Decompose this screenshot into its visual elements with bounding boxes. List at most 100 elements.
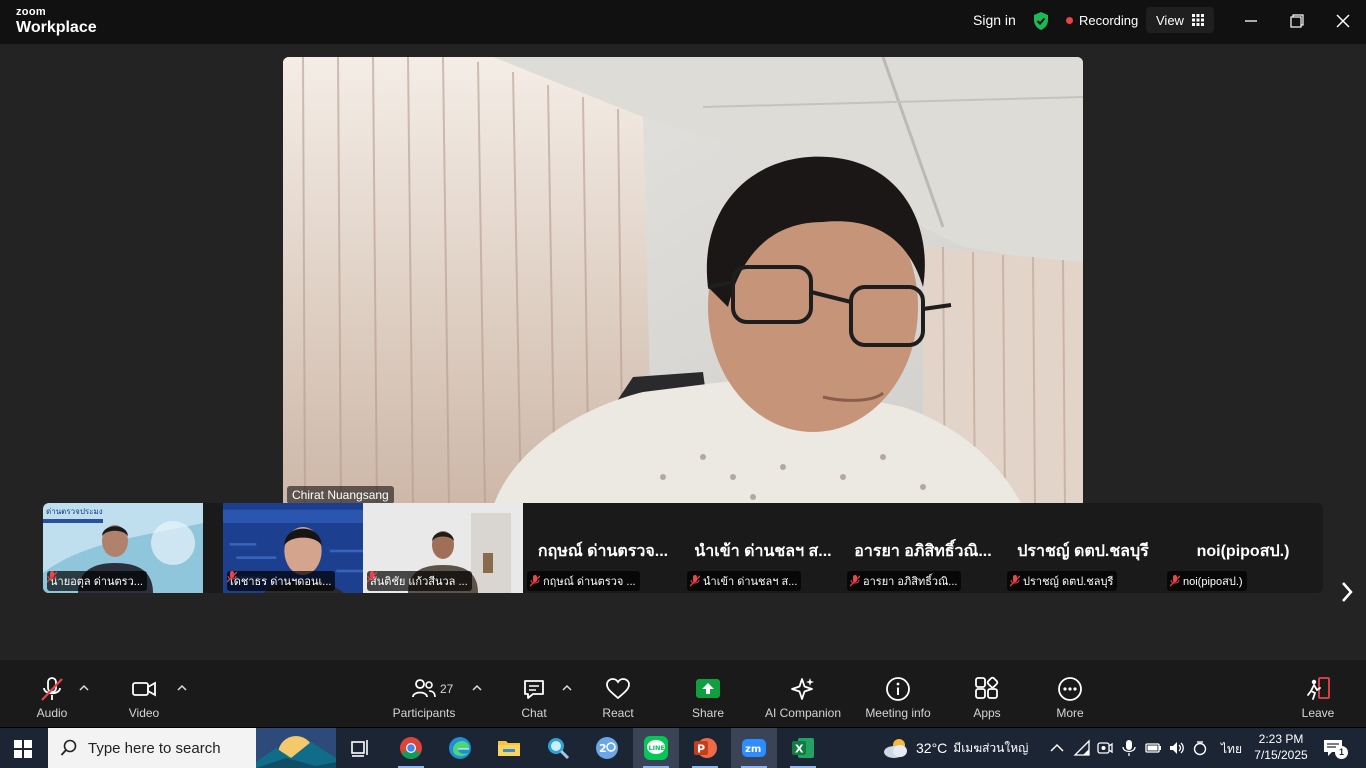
more-button[interactable]: More <box>1025 676 1115 720</box>
windows-start-icon[interactable] <box>14 740 32 758</box>
participant-name: เดชาธร ด่านฯดอนเ... <box>230 576 332 588</box>
participant-tile[interactable]: สันติชัย แก้วสีนวล ... <box>363 503 523 593</box>
mic-muted-icon <box>850 575 860 587</box>
chevron-up-icon[interactable] <box>472 684 482 692</box>
leave-label: Leave <box>1301 706 1335 720</box>
speaker-video-frame <box>283 57 1083 507</box>
chevron-up-icon[interactable] <box>1048 739 1066 757</box>
task-view-icon <box>351 740 368 757</box>
mic-muted-icon <box>47 571 57 583</box>
participant-tile[interactable]: นำเข้า ด่านชลฯ ส... นำเข้า ด่านชลฯ ส... <box>683 503 843 593</box>
react-label: React <box>602 706 634 720</box>
battery-icon[interactable] <box>1144 739 1162 757</box>
active-speaker-video[interactable]: Chirat Nuangsang <box>283 57 1083 507</box>
meeting-info-button[interactable]: Meeting info <box>853 676 943 720</box>
chevron-up-icon[interactable] <box>177 684 187 692</box>
taskbar-clock[interactable]: 2:23 PM 7/15/2025 <box>1254 731 1308 763</box>
participants-label: Participants <box>392 706 456 720</box>
participant-tile[interactable]: เดชาธร ด่านฯดอนเ... <box>223 503 383 593</box>
leave-button[interactable]: Leave <box>1273 676 1363 720</box>
mic-muted-icon <box>227 571 237 583</box>
share-button[interactable]: Share <box>663 676 753 720</box>
brand-top: zoom <box>16 6 46 18</box>
taskbar-excel[interactable]: X <box>780 728 826 768</box>
mic-muted-icon <box>690 575 700 587</box>
taskbar-search-box[interactable]: Type here to search <box>48 728 336 768</box>
sign-in-button[interactable]: Sign in <box>973 12 1016 28</box>
participant-name: นำเข้า ด่านชลฯ ส... <box>703 576 798 588</box>
volume-icon[interactable] <box>1168 739 1186 757</box>
minimize-icon[interactable] <box>1242 12 1260 30</box>
participant-tile[interactable]: ปราชญ์ ดตป.ชลบุรี ปราชญ์ ดตป.ชลบุรี <box>1003 503 1163 593</box>
participant-name-tag: สันติชัย แก้วสีนวล ... <box>367 571 472 591</box>
leave-door-icon <box>1307 677 1330 700</box>
heart-icon <box>606 678 630 700</box>
participant-tile[interactable]: noi(pipoสป.) noi(pipoสป.) <box>1163 503 1323 593</box>
chevron-right-icon[interactable] <box>1336 577 1358 607</box>
participant-tile[interactable]: กฤษณ์ ด่านตรวจ... กฤษณ์ ด่านตรวจ ... <box>523 503 683 593</box>
participants-button[interactable]: Participants <box>379 676 469 720</box>
participant-name-tag: noi(pipoสป.) <box>1167 571 1247 591</box>
sync-icon[interactable] <box>1191 739 1209 757</box>
meeting-toolbar: Audio Video Participants 27 Chat React S… <box>0 660 1366 727</box>
recording-dot-icon <box>1066 17 1073 24</box>
share-screen-icon <box>696 679 720 698</box>
more-label: More <box>1056 706 1084 720</box>
participant-name: ปราชญ์ ดตป.ชลบุรี <box>1023 576 1114 588</box>
react-button[interactable]: React <box>573 676 663 720</box>
mic-muted-icon <box>1010 575 1020 587</box>
taskbar-search-app[interactable] <box>535 728 581 768</box>
taskbar-chrome[interactable] <box>388 728 434 768</box>
view-button[interactable]: View <box>1146 7 1214 33</box>
svg-text:P: P <box>697 743 705 756</box>
participant-name: สันติชัย แก้วสีนวล ... <box>370 576 468 588</box>
excel-icon: X <box>792 738 814 758</box>
participant-name-tag: เดชาธร ด่านฯดอนเ... <box>227 571 336 591</box>
participant-display-name: อารยา อภิสิทธิ์วณิ... <box>854 543 992 560</box>
share-label: Share <box>691 706 725 720</box>
weather-temperature: 32°C <box>916 740 948 756</box>
sparkle-icon <box>791 678 814 700</box>
taskbar-app-blue[interactable]: 2 <box>584 728 630 768</box>
clock-date: 7/15/2025 <box>1254 748 1308 762</box>
recording-indicator[interactable]: Recording <box>1066 13 1138 28</box>
meet-now-icon[interactable] <box>1096 739 1114 757</box>
search-placeholder: Type here to search <box>88 739 221 757</box>
shield-check-icon[interactable] <box>1032 11 1050 31</box>
wifi-icon[interactable] <box>1073 739 1091 757</box>
video-camera-icon <box>132 681 156 697</box>
apps-button[interactable]: Apps <box>942 676 1032 720</box>
taskbar-file-explorer[interactable] <box>486 728 532 768</box>
ai-companion-button[interactable]: AI Companion <box>758 676 848 720</box>
participant-name-tag: นายอตุล ด่านตรว... <box>47 571 147 591</box>
input-language[interactable]: ไทย <box>1221 740 1242 759</box>
task-view-button[interactable] <box>337 728 383 768</box>
video-label: Video <box>128 706 160 720</box>
participant-name-tag: กฤษณ์ ด่านตรวจ ... <box>527 571 640 591</box>
close-icon[interactable] <box>1334 12 1352 30</box>
mic-muted-icon <box>41 677 63 701</box>
microphone-icon[interactable] <box>1120 739 1138 757</box>
chat-icon <box>524 680 544 699</box>
taskbar-zoom[interactable]: zm <box>731 728 777 768</box>
chat-button[interactable]: Chat <box>489 676 579 720</box>
app-globe-icon: 2 <box>596 737 618 759</box>
title-bar: zoom Workplace Sign in Recording View <box>0 0 1366 44</box>
taskbar-powerpoint[interactable]: P <box>682 728 728 768</box>
notification-center-button[interactable]: 1 <box>1322 737 1348 759</box>
video-button[interactable]: Video <box>99 676 189 720</box>
weather-widget[interactable]: 32°C มีเมฆส่วนใหญ่ <box>882 728 1028 768</box>
restore-icon[interactable] <box>1288 12 1306 30</box>
taskbar-line[interactable]: LINE <box>633 728 679 768</box>
participant-strip: ด่านตรวจประมง นายอตุล ด่านตรว... เดชาธร … <box>43 503 1323 593</box>
svg-text:ด่านตรวจประมง: ด่านตรวจประมง <box>46 507 103 516</box>
chevron-up-icon[interactable] <box>79 684 89 692</box>
chevron-up-icon[interactable] <box>562 684 572 692</box>
participant-tile[interactable]: อารยา อภิสิทธิ์วณิ... อารยา อภิสิทธิ์วณิ… <box>843 503 1003 593</box>
participant-tile[interactable]: ด่านตรวจประมง นายอตุล ด่านตรว... <box>43 503 203 593</box>
line-icon: LINE <box>644 736 668 760</box>
taskbar-edge[interactable] <box>437 728 483 768</box>
meeting-info-label: Meeting info <box>865 706 931 720</box>
audio-button[interactable]: Audio <box>7 676 97 720</box>
partly-cloudy-icon <box>884 739 907 758</box>
